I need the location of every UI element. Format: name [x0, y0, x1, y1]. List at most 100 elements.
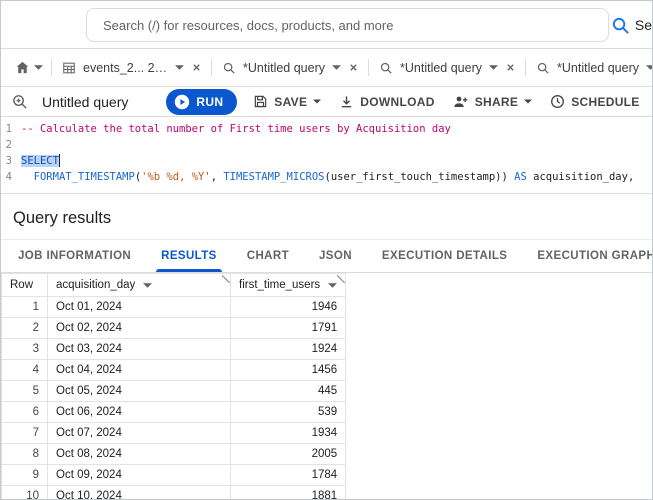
workspace-tab[interactable]: *Untitled query	[212, 49, 369, 86]
first-time-users-cell: 445	[231, 381, 346, 402]
results-tab-json[interactable]: JSON	[304, 240, 367, 272]
query-results-panel: Query results JOB INFORMATION RESULTS CH…	[1, 194, 652, 500]
search-icon[interactable]	[611, 16, 630, 35]
workspace-tab[interactable]: events_2... 220	[52, 49, 212, 86]
schedule-button[interactable]: SCHEDULE	[550, 94, 639, 109]
column-resize-handle[interactable]	[222, 275, 230, 283]
acquisition-day-cell: Oct 04, 2024	[48, 360, 231, 381]
query-icon	[379, 61, 393, 75]
table-row: 9 Oct 09, 2024 1784	[2, 465, 346, 486]
chevron-down-icon[interactable]	[332, 65, 341, 70]
chevron-down-icon[interactable]	[646, 65, 652, 70]
results-tab-chart[interactable]: CHART	[232, 240, 304, 272]
code-line-3: 3 SELECT	[1, 153, 652, 169]
global-search-box[interactable]	[86, 8, 609, 42]
first-time-users-cell: 539	[231, 402, 346, 423]
sql-function-token: TIMESTAMP_MICROS	[223, 171, 324, 183]
query-icon	[222, 61, 236, 75]
row-number-cell: 7	[2, 423, 48, 444]
sql-string-token: '%b %d, %Y'	[141, 171, 211, 183]
acquisition-day-cell: Oct 01, 2024	[48, 297, 231, 318]
column-resize-handle[interactable]	[337, 275, 345, 283]
sql-token: (user_first_touch_timestamp))	[325, 171, 508, 183]
sql-keyword-token: SELECT	[21, 155, 59, 167]
sql-comment-token: -- Calculate the total number of First t…	[21, 123, 451, 135]
table-row: 8 Oct 08, 2024 2005	[2, 444, 346, 465]
table-row: 5 Oct 05, 2024 445	[2, 381, 346, 402]
row-number-cell: 9	[2, 465, 48, 486]
code-line-1: 1 -- Calculate the total number of First…	[1, 121, 652, 137]
table-icon	[62, 61, 76, 75]
table-header-row: Row acquisition_day first_tim	[2, 274, 346, 297]
person-add-icon	[453, 94, 469, 110]
home-tab[interactable]	[5, 49, 52, 86]
row-number-cell: 3	[2, 339, 48, 360]
line-number: 2	[1, 137, 21, 153]
tab-label: events_2... 220	[83, 61, 168, 75]
results-tab-results[interactable]: RESULTS	[146, 240, 232, 272]
chevron-down-icon	[524, 99, 532, 104]
table-row: 6 Oct 06, 2024 539	[2, 402, 346, 423]
text-cursor	[59, 154, 61, 167]
tab-label: *Untitled query	[400, 61, 482, 75]
line-number: 3	[1, 153, 21, 169]
results-heading: Query results	[1, 194, 652, 240]
results-table: Row acquisition_day first_tim	[1, 273, 346, 500]
search-input[interactable]	[103, 18, 596, 33]
results-tab-execution-details[interactable]: EXECUTION DETAILS	[367, 240, 522, 272]
share-button[interactable]: SHARE	[453, 94, 533, 110]
download-button[interactable]: DOWNLOAD	[339, 94, 434, 109]
chevron-down-icon[interactable]	[34, 65, 43, 70]
table-row: 2 Oct 02, 2024 1791	[2, 318, 346, 339]
top-bar: Se	[1, 1, 652, 49]
sql-token	[21, 171, 34, 183]
first-time-users-cell: 1784	[231, 465, 346, 486]
sql-identifier-token: acquisition_day,	[533, 171, 634, 183]
row-number-cell: 10	[2, 486, 48, 500]
column-menu-icon[interactable]	[328, 283, 337, 288]
code-line-2: 2	[1, 137, 652, 153]
chevron-down-icon[interactable]	[489, 65, 498, 70]
first-time-users-cell: 1456	[231, 360, 346, 381]
row-number-cell: 4	[2, 360, 48, 381]
row-number-cell: 6	[2, 402, 48, 423]
row-number-cell: 8	[2, 444, 48, 465]
close-icon[interactable]	[191, 62, 202, 73]
row-number-cell: 1	[2, 297, 48, 318]
clock-icon	[550, 94, 565, 109]
home-icon	[14, 59, 31, 76]
acquisition-day-cell: Oct 08, 2024	[48, 444, 231, 465]
download-icon	[339, 94, 354, 109]
topbar-right-label: Se	[635, 17, 652, 33]
close-icon[interactable]	[505, 62, 516, 73]
close-icon[interactable]	[348, 62, 359, 73]
sql-keyword-token: AS	[508, 171, 533, 183]
run-button[interactable]: RUN	[166, 89, 237, 115]
results-tab-job-information[interactable]: JOB INFORMATION	[3, 240, 146, 272]
code-line-4: 4 FORMAT_TIMESTAMP('%b %d, %Y', TIMESTAM…	[1, 169, 652, 185]
table-row: 10 Oct 10, 2024 1881	[2, 486, 346, 500]
table-row: 1 Oct 01, 2024 1946	[2, 297, 346, 318]
sql-editor[interactable]: 1 -- Calculate the total number of First…	[1, 117, 652, 194]
first-time-users-cell: 1934	[231, 423, 346, 444]
table-row: 3 Oct 03, 2024 1924	[2, 339, 346, 360]
first-time-users-cell: 1946	[231, 297, 346, 318]
column-menu-icon[interactable]	[143, 283, 152, 288]
column-header-first-time-users: first_time_users	[231, 274, 346, 297]
column-header-row: Row	[2, 274, 48, 297]
workspace-tab[interactable]: *Untitled query	[526, 49, 652, 86]
sql-token: ,	[211, 171, 224, 183]
workspace-tab[interactable]: *Untitled query	[369, 49, 526, 86]
query-toolbar: Untitled query RUN SAVE DOWNLOAD SHARE S…	[1, 87, 652, 117]
sql-function-token: FORMAT_TIMESTAMP	[34, 171, 135, 183]
chevron-down-icon[interactable]	[175, 65, 184, 70]
acquisition-day-cell: Oct 05, 2024	[48, 381, 231, 402]
first-time-users-cell: 2005	[231, 444, 346, 465]
first-time-users-cell: 1924	[231, 339, 346, 360]
compose-query-icon	[11, 93, 28, 110]
save-button[interactable]: SAVE	[253, 94, 321, 109]
save-icon	[253, 94, 268, 109]
results-tab-execution-graph[interactable]: EXECUTION GRAPH	[522, 240, 653, 272]
acquisition-day-cell: Oct 02, 2024	[48, 318, 231, 339]
first-time-users-cell: 1791	[231, 318, 346, 339]
